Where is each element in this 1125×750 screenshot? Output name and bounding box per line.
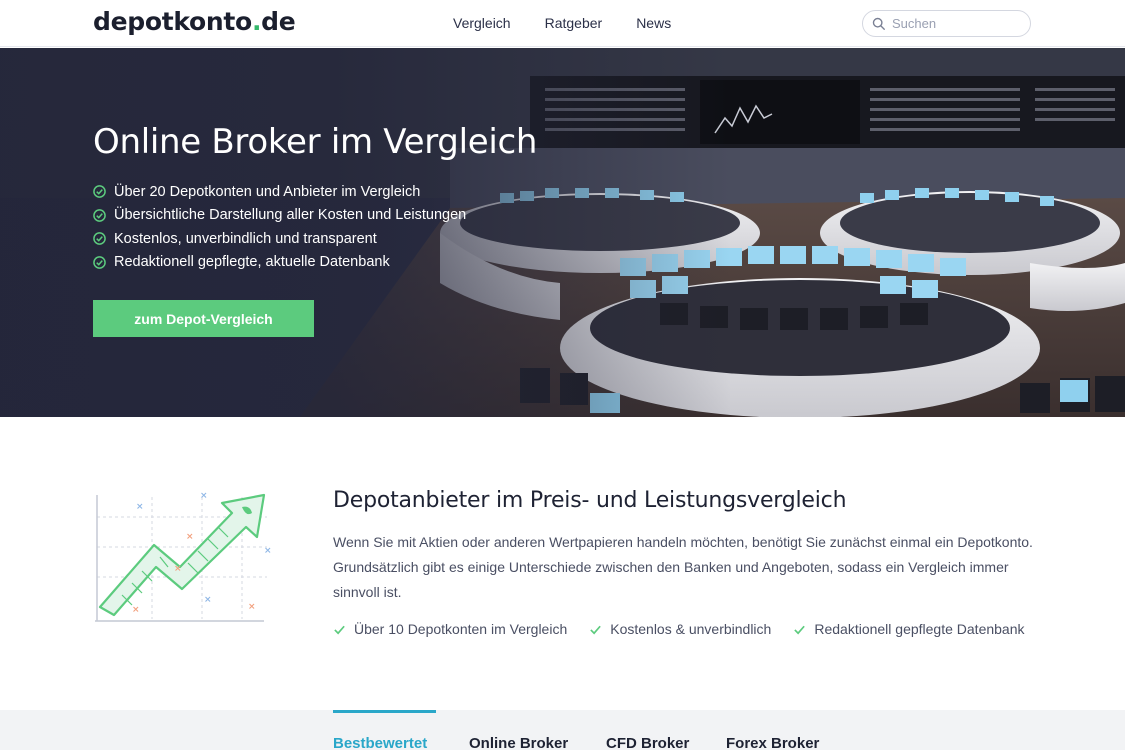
- hero-benefit-text: Über 20 Depotkonten und Anbieter im Verg…: [114, 183, 421, 200]
- check-icon: [590, 625, 602, 634]
- logo-text: depotkonto: [93, 7, 252, 36]
- hero-benefit-item: Redaktionell gepflegte, aktuelle Datenba…: [93, 251, 466, 275]
- svg-text:×: ×: [132, 605, 140, 615]
- intro-title: Depotanbieter im Preis- und Leistungsver…: [333, 488, 847, 513]
- active-tab-indicator: [333, 710, 436, 713]
- intro-feature-text: Redaktionell gepflegte Datenbank: [814, 621, 1025, 637]
- hero-benefit-item: Kostenlos, unverbindlich und transparent: [93, 227, 466, 251]
- tab-online-broker[interactable]: Online Broker: [469, 735, 568, 750]
- search-input[interactable]: [892, 16, 1022, 31]
- hero-benefit-item: Übersichtliche Darstellung aller Kosten …: [93, 204, 466, 228]
- search-icon: [872, 17, 885, 30]
- tab-bestbewertet[interactable]: Bestbewertet: [333, 735, 427, 750]
- hero-benefit-text: Übersichtliche Darstellung aller Kosten …: [114, 207, 467, 224]
- nav-link-news[interactable]: News: [636, 15, 671, 31]
- check-icon: [334, 625, 345, 634]
- logo-tld: de: [261, 7, 296, 36]
- intro-feature-item: Redaktionell gepflegte Datenbank: [793, 621, 1025, 637]
- tab-cfd-broker[interactable]: CFD Broker: [606, 735, 689, 750]
- rising-arrow-chart-illustration: × × × × × × × ×: [95, 491, 272, 622]
- tab-forex-broker[interactable]: Forex Broker: [726, 735, 819, 750]
- site-header: depotkonto.de Vergleich Ratgeber News: [0, 0, 1125, 47]
- check-icon: [93, 232, 106, 246]
- nav-link-vergleich[interactable]: Vergleich: [453, 15, 511, 31]
- nav-link-ratgeber[interactable]: Ratgeber: [545, 15, 603, 31]
- check-icon: [93, 208, 106, 222]
- check-icon: [93, 255, 106, 269]
- hero-benefit-text: Redaktionell gepflegte, aktuelle Datenba…: [114, 254, 390, 271]
- intro-feature-item: Über 10 Depotkonten im Vergleich: [333, 621, 567, 637]
- hero-banner: Online Broker im Vergleich Über 20 Depot…: [0, 48, 1125, 417]
- svg-text:×: ×: [264, 546, 272, 556]
- logo-dot: .: [251, 7, 262, 36]
- depot-vergleich-button[interactable]: zum Depot-Vergleich: [93, 300, 314, 337]
- intro-feature-list: Über 10 Depotkonten im Vergleich Kostenl…: [333, 621, 1047, 637]
- check-icon: [93, 185, 106, 199]
- intro-feature-item: Kostenlos & unverbindlich: [589, 621, 771, 637]
- svg-text:×: ×: [186, 532, 194, 542]
- hero-title: Online Broker im Vergleich: [93, 122, 538, 162]
- hero-benefit-text: Kostenlos, unverbindlich und transparent: [114, 230, 377, 247]
- svg-text:×: ×: [136, 502, 144, 512]
- svg-text:×: ×: [174, 564, 182, 574]
- svg-text:×: ×: [204, 595, 212, 605]
- broker-category-tabs: Bestbewertet Online Broker CFD Broker Fo…: [0, 710, 1125, 750]
- main-nav: Vergleich Ratgeber News: [453, 15, 705, 31]
- site-logo[interactable]: depotkonto.de: [93, 7, 296, 36]
- intro-text: Wenn Sie mit Aktien oder anderen Wertpap…: [333, 534, 1033, 600]
- intro-feature-text: Über 10 Depotkonten im Vergleich: [354, 621, 568, 637]
- check-icon: [794, 625, 806, 634]
- intro-feature-text: Kostenlos & unverbindlich: [610, 621, 772, 637]
- hero-benefit-list: Über 20 Depotkonten und Anbieter im Verg…: [93, 180, 466, 274]
- svg-text:×: ×: [248, 602, 256, 612]
- search-box: [862, 10, 1031, 37]
- hero-benefit-item: Über 20 Depotkonten und Anbieter im Verg…: [93, 180, 466, 204]
- svg-text:×: ×: [200, 491, 208, 501]
